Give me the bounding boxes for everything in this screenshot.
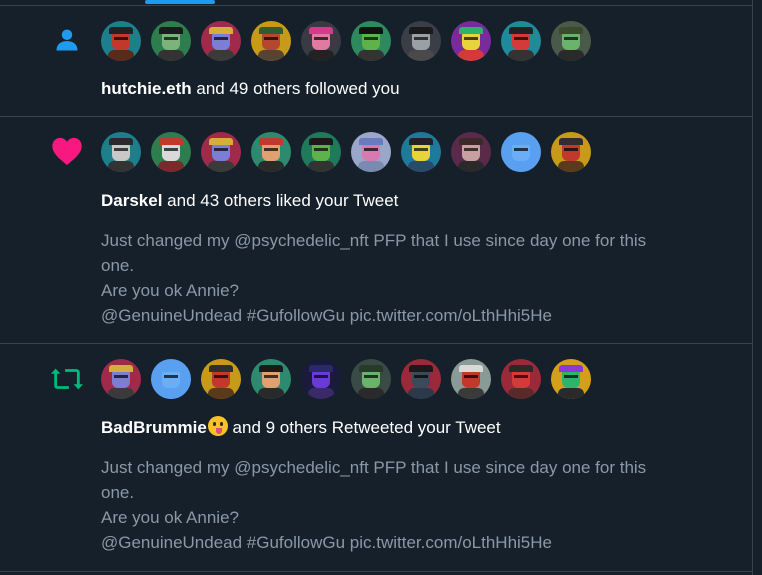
- active-tab-indicator: [145, 0, 215, 4]
- avatar[interactable]: [451, 21, 491, 61]
- tweet-line: one.: [101, 256, 135, 275]
- avatar[interactable]: [251, 21, 291, 61]
- tweet-line: one.: [101, 483, 135, 502]
- tweet-text[interactable]: Just changed my @psychedelic_nft PFP tha…: [101, 228, 721, 328]
- tweet-line: Just changed my @psychedelic_nft PFP tha…: [101, 458, 647, 477]
- avatar[interactable]: [151, 21, 191, 61]
- avatar[interactable]: [451, 359, 491, 399]
- avatar[interactable]: [201, 21, 241, 61]
- notification-retweet[interactable]: BadBrummie and 9 others Retweeted your T…: [0, 344, 753, 572]
- tweet-line: @GenuineUndead #GufollowGu pic.twitter.c…: [101, 533, 552, 552]
- zany-face-emoji-icon: [207, 416, 228, 436]
- actor-name[interactable]: hutchie.eth: [101, 79, 192, 98]
- tweet-text[interactable]: Just changed my @psychedelic_nft PFP tha…: [101, 455, 721, 555]
- avatar[interactable]: [301, 359, 341, 399]
- avatar[interactable]: [301, 132, 341, 172]
- notification-action: and 49 others followed you: [191, 79, 400, 98]
- tweet-line: Just changed my @psychedelic_nft PFP tha…: [101, 231, 647, 250]
- avatar[interactable]: [351, 359, 391, 399]
- notification-action: and 9 others Retweeted your Tweet: [227, 418, 501, 437]
- avatar[interactable]: [151, 132, 191, 172]
- avatar[interactable]: [451, 132, 491, 172]
- avatar[interactable]: [501, 359, 541, 399]
- actor-name[interactable]: BadBrummie: [101, 418, 207, 437]
- notifications-timeline: hutchie.eth and 49 others followed you D…: [0, 0, 753, 575]
- avatar-row: [101, 359, 601, 399]
- avatar[interactable]: [551, 132, 591, 172]
- avatar[interactable]: [101, 21, 141, 61]
- heart-icon: [50, 134, 84, 168]
- notification-headline: BadBrummie and 9 others Retweeted your T…: [101, 416, 501, 439]
- retweet-icon: [50, 362, 84, 396]
- avatar[interactable]: [201, 359, 241, 399]
- avatar[interactable]: [251, 132, 291, 172]
- user-icon: [50, 23, 84, 57]
- notification-like[interactable]: Darskel and 43 others liked your Tweet J…: [0, 117, 753, 344]
- notification-follow[interactable]: hutchie.eth and 49 others followed you: [0, 6, 753, 117]
- avatar[interactable]: [401, 359, 441, 399]
- avatar[interactable]: [401, 132, 441, 172]
- avatar[interactable]: [301, 21, 341, 61]
- avatar[interactable]: [351, 132, 391, 172]
- tweet-line: Are you ok Annie?: [101, 281, 239, 300]
- notification-headline: Darskel and 43 others liked your Tweet: [101, 190, 398, 212]
- notification-headline: hutchie.eth and 49 others followed you: [101, 78, 400, 100]
- tweet-line: Are you ok Annie?: [101, 508, 239, 527]
- avatar-row: [101, 21, 601, 61]
- avatar[interactable]: [501, 21, 541, 61]
- avatar[interactable]: [551, 359, 591, 399]
- notification-action: and 43 others liked your Tweet: [162, 191, 399, 210]
- avatar[interactable]: [201, 132, 241, 172]
- avatar[interactable]: [351, 21, 391, 61]
- avatar[interactable]: [101, 359, 141, 399]
- avatar[interactable]: [251, 359, 291, 399]
- tweet-line: @GenuineUndead #GufollowGu pic.twitter.c…: [101, 306, 552, 325]
- avatar[interactable]: [151, 359, 191, 399]
- avatar[interactable]: [501, 132, 541, 172]
- avatar[interactable]: [401, 21, 441, 61]
- avatar-row: [101, 132, 601, 172]
- avatar[interactable]: [551, 21, 591, 61]
- actor-name[interactable]: Darskel: [101, 191, 162, 210]
- avatar[interactable]: [101, 132, 141, 172]
